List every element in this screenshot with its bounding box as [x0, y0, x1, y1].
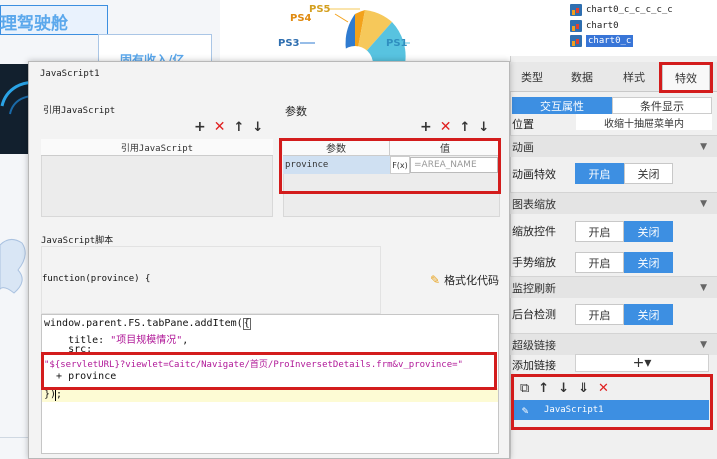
code-line-6: }); [44, 389, 63, 400]
toggle-on[interactable]: 开启 [575, 221, 624, 242]
section-label: 动画 [512, 140, 534, 154]
code-line-1: window.parent.FS.tabPane.addItem({ [44, 318, 251, 330]
subtab-condition[interactable]: 条件显示 [612, 97, 712, 114]
toggle-on[interactable]: 开启 [575, 304, 624, 325]
ref-js-column-header: 引用JavaScript [41, 139, 273, 156]
add-link-label: 添加链接 [512, 359, 556, 372]
section-chart-zoom[interactable]: 图表缩放 ▼ [510, 192, 717, 214]
position-label: 位置 [512, 118, 534, 131]
toggle-off[interactable]: 关闭 [624, 252, 673, 273]
pie-label-ps5: PS5 [309, 4, 331, 15]
pie-chart-panel [220, 0, 510, 82]
pie-label-ps3: PS3 [278, 38, 300, 49]
current-line-highlight [42, 388, 498, 402]
tree-item[interactable]: chart0_c_c_c_c_c [570, 3, 673, 17]
annotation-frame-effects-tab [659, 62, 713, 93]
zoom-control-toggle: 开启 关闭 [575, 221, 673, 242]
backend-check-label: 后台检测 [512, 308, 556, 321]
annotation-frame-link-list [511, 374, 713, 430]
function-signature: function(province) { [42, 274, 151, 284]
tree-item-label: chart0 [586, 21, 619, 31]
format-code-label: 格式化代码 [444, 274, 500, 287]
delete-icon[interactable]: ✕ [440, 119, 452, 135]
backend-check-toggle: 开启 关闭 [575, 304, 673, 325]
chevron-down-icon: ▼ [700, 198, 707, 209]
script-section-title: JavaScript脚本 [41, 236, 114, 246]
pie-label-ps1: PS1 [386, 38, 408, 49]
section-animation[interactable]: 动画 ▼ [510, 135, 717, 157]
format-code-button[interactable]: ✎ 格式化代码 [430, 272, 499, 288]
code-text: , [182, 335, 189, 346]
params-toolbar: + ✕ ↑ ↓ [420, 119, 489, 135]
arrow-up-icon[interactable]: ↑ [233, 120, 244, 135]
section-monitor-refresh[interactable]: 监控刷新 ▼ [510, 276, 717, 298]
gesture-zoom-label: 手势缩放 [512, 256, 556, 269]
params-section-title: 参数 [285, 105, 307, 118]
pie-chart [300, 8, 410, 82]
pie-leader-ps4 [334, 13, 349, 23]
zoom-control-label: 缩放控件 [512, 225, 556, 238]
tab-data[interactable]: 数据 [562, 62, 602, 92]
add-icon[interactable]: + [420, 119, 432, 135]
dialog-title: JavaScript1 [40, 69, 100, 79]
chart-icon [570, 35, 582, 47]
toggle-on[interactable]: 开启 [575, 252, 624, 273]
broom-icon: ✎ [430, 273, 441, 287]
chevron-down-icon: ▼ [700, 339, 707, 350]
add-icon[interactable]: + [194, 119, 206, 135]
section-label: 超级链接 [512, 338, 556, 352]
chevron-down-icon: ▼ [700, 282, 707, 293]
tree-item-label: chart0_c_c_c_c_c [586, 5, 673, 15]
toggle-off[interactable]: 关闭 [624, 221, 673, 242]
ref-js-toolbar: + ✕ ↑ ↓ [194, 119, 263, 135]
tree-item-selected[interactable]: chart0_c [570, 34, 634, 48]
ref-js-section-title: 引用JavaScript [43, 106, 116, 116]
bracket-match: { [242, 318, 251, 330]
tree-item-label: chart0_c [586, 35, 634, 47]
tree-item[interactable]: chart0 [570, 19, 619, 33]
annotation-frame-src [41, 352, 497, 390]
section-label: 图表缩放 [512, 197, 556, 211]
gesture-zoom-toggle: 开启 关闭 [575, 252, 673, 273]
delete-icon[interactable]: ✕ [214, 119, 226, 135]
arrow-down-icon[interactable]: ↓ [252, 120, 263, 135]
code-text: window.parent.FS.tabPane.addItem( [44, 318, 243, 329]
chart-icon [570, 4, 582, 16]
arrow-up-icon[interactable]: ↑ [459, 120, 470, 135]
tab-type[interactable]: 类型 [512, 62, 552, 92]
chart-icon [570, 20, 582, 32]
position-field[interactable]: 收缩十抽屉菜单内 [576, 114, 712, 130]
section-label: 监控刷新 [512, 281, 556, 295]
tab-style[interactable]: 样式 [614, 62, 654, 92]
text-caret [55, 389, 56, 401]
toggle-off[interactable]: 关闭 [624, 163, 673, 184]
add-link-button[interactable]: +▾ [575, 354, 709, 372]
animation-effect-label: 动画特效 [512, 168, 556, 181]
section-hyperlink[interactable]: 超级链接 ▼ [510, 333, 717, 355]
toggle-off[interactable]: 关闭 [624, 304, 673, 325]
pie-label-ps4: PS4 [290, 13, 312, 24]
code-string: "项目规模情况" [110, 335, 183, 346]
toggle-on[interactable]: 开启 [575, 163, 624, 184]
subtab-interactive[interactable]: 交互属性 [512, 97, 612, 114]
animation-effect-toggle: 开启 关闭 [575, 163, 673, 184]
arrow-down-icon[interactable]: ↓ [478, 120, 489, 135]
chevron-down-icon: ▼ [700, 141, 707, 152]
annotation-frame-params [279, 138, 501, 194]
dashboard-title: 理驾驶舱 [0, 14, 68, 34]
